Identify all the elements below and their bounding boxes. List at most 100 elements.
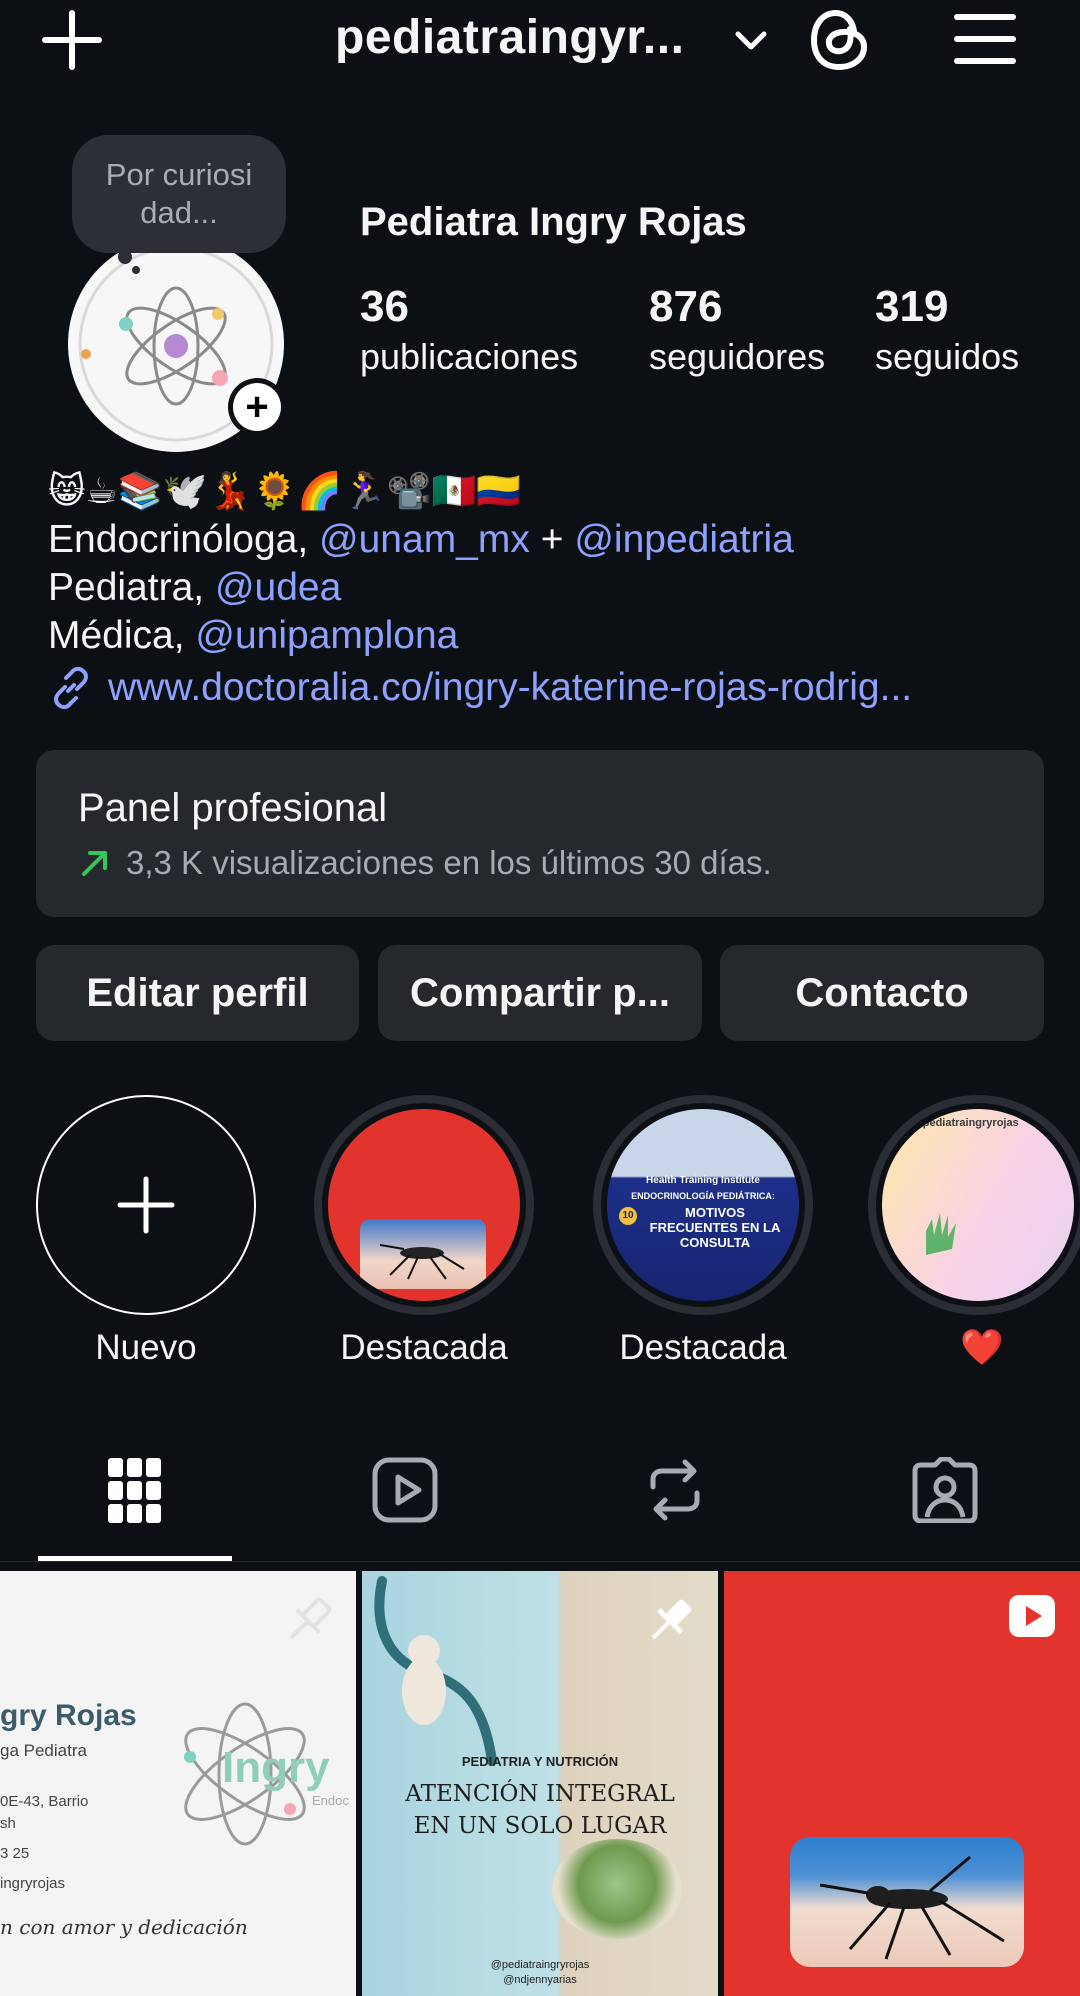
note-tail bbox=[132, 266, 140, 274]
highlight-item[interactable]: Health Training Institute ENDOCRINOLOGÍA… bbox=[590, 1095, 816, 1369]
bio-line: Endocrinóloga, @unam_mx + @inpediatria bbox=[48, 516, 794, 564]
cover-body: MOTIVOS FRECUENTES EN LA CONSULTA bbox=[649, 1205, 781, 1250]
followers-count[interactable]: 876 seguidores bbox=[649, 280, 825, 380]
trend-up-icon bbox=[82, 851, 107, 876]
threads-icon bbox=[810, 9, 868, 71]
post-credit: @pediatraingryrojas bbox=[490, 1959, 590, 1971]
tab-posts-grid[interactable] bbox=[0, 1450, 270, 1530]
plus-icon bbox=[42, 10, 102, 70]
profile-avatar[interactable]: + bbox=[68, 228, 292, 452]
grid-reel[interactable] bbox=[724, 1571, 1080, 1996]
pin-icon bbox=[289, 1597, 332, 1640]
mention-link[interactable]: @udea bbox=[215, 566, 341, 609]
bio-text: Médica, bbox=[48, 614, 196, 657]
tab-reposts[interactable] bbox=[540, 1450, 810, 1530]
card-tagline: n con amor y dedicación bbox=[0, 1915, 248, 1939]
highlight-ring: @pediatraingryrojas bbox=[868, 1095, 1080, 1315]
grid-icon bbox=[108, 1458, 161, 1523]
plus-icon bbox=[117, 1176, 175, 1234]
bio-website-link[interactable]: www.doctoralia.co/ingry-katerine-rojas-r… bbox=[48, 664, 912, 712]
mosquito-image bbox=[790, 1837, 1024, 1967]
highlight-label: Destacada bbox=[619, 1328, 787, 1367]
tab-reels[interactable] bbox=[270, 1450, 540, 1530]
reposts-icon bbox=[650, 1459, 700, 1521]
views-summary: 3,3 K visualizaciones en los últimos 30 … bbox=[126, 844, 772, 881]
stat-value: 36 bbox=[360, 282, 409, 331]
reel-badge-icon bbox=[1009, 1595, 1055, 1637]
highlight-cover bbox=[314, 1095, 534, 1315]
add-story-button[interactable]: + bbox=[228, 378, 286, 436]
note-tail bbox=[118, 250, 132, 264]
post-credit: @ndjennyarias bbox=[503, 1974, 577, 1986]
bio-line: Médica, @unipamplona bbox=[48, 612, 458, 660]
cover-number: 10 bbox=[619, 1207, 637, 1225]
cover-brand: Health Training Institute bbox=[646, 1175, 760, 1186]
card-role: ga Pediatra bbox=[0, 1741, 87, 1760]
bio-emojis: 😸☕📚🕊️💃🌻🌈🏃‍♀️📽️🇲🇽🇨🇴 bbox=[48, 470, 522, 511]
grid-post[interactable]: gry Rojas ga Pediatra 0E-43, Barrio sh 3… bbox=[0, 1571, 356, 1996]
grid-post[interactable]: PEDIATRIA Y NUTRICIÓN ATENCIÓN INTEGRAL … bbox=[362, 1571, 718, 1996]
post-kicker: PEDIATRIA Y NUTRICIÓN bbox=[461, 1754, 619, 1769]
stat-label: publicaciones bbox=[360, 336, 579, 377]
reels-icon bbox=[372, 1457, 438, 1523]
stat-label: seguidores bbox=[649, 336, 826, 377]
account-username[interactable]: pediatraingyr... bbox=[335, 10, 684, 65]
highlight-item[interactable]: Destacada bbox=[311, 1095, 537, 1369]
card-handle: ingryrojas bbox=[0, 1875, 66, 1892]
post-title: ATENCIÓN INTEGRAL bbox=[405, 1781, 675, 1807]
highlight-new[interactable]: Nuevo bbox=[33, 1095, 259, 1369]
hand-icon bbox=[926, 1213, 956, 1255]
chevron-down-icon bbox=[735, 31, 767, 50]
mosquito-icon bbox=[819, 1855, 1005, 1960]
website-url: www.doctoralia.co/ingry-katerine-rojas-r… bbox=[108, 666, 913, 709]
threads-button[interactable] bbox=[806, 2, 872, 78]
food-image bbox=[552, 1839, 682, 1939]
mention-link[interactable]: @inpediatria bbox=[574, 518, 794, 561]
bio-text: Endocrinóloga, bbox=[48, 518, 320, 561]
menu-button[interactable] bbox=[950, 6, 1020, 72]
card-address: 0E-43, Barrio bbox=[0, 1793, 89, 1810]
panel-title: Panel profesional bbox=[78, 786, 388, 830]
tab-tagged[interactable] bbox=[810, 1450, 1080, 1530]
professional-dashboard[interactable]: Panel profesional 3,3 K visualizaciones … bbox=[36, 750, 1044, 917]
highlight-item[interactable]: @pediatraingryrojas ❤️ bbox=[868, 1095, 1080, 1369]
bio-text: + bbox=[529, 518, 575, 561]
bio-text: Pediatra, bbox=[48, 566, 215, 609]
create-button[interactable] bbox=[36, 4, 108, 76]
contact-button[interactable]: Contacto bbox=[720, 945, 1044, 1041]
mosquito-image bbox=[360, 1219, 486, 1289]
highlight-image: Health Training Institute ENDOCRINOLOGÍA… bbox=[607, 1109, 799, 1301]
mention-link[interactable]: @unipamplona bbox=[195, 614, 458, 657]
card-logo: Ingry bbox=[222, 1743, 330, 1792]
link-icon bbox=[54, 666, 88, 710]
stat-label: seguidos bbox=[875, 336, 1020, 377]
panel-subtitle: 3,3 K visualizaciones en los últimos 30 … bbox=[78, 844, 772, 882]
divider bbox=[0, 1561, 1080, 1562]
cover-title: ENDOCRINOLOGÍA PEDIÁTRICA: bbox=[631, 1191, 775, 1201]
highlight-cover bbox=[36, 1095, 256, 1315]
edit-profile-button[interactable]: Editar perfil bbox=[36, 945, 359, 1041]
highlight-image bbox=[328, 1109, 520, 1301]
stat-value: 876 bbox=[649, 282, 723, 331]
card-phone: 3 25 bbox=[0, 1845, 30, 1862]
post-title: EN UN SOLO LUGAR bbox=[413, 1813, 667, 1839]
following-count[interactable]: 319 seguidos bbox=[875, 280, 1019, 380]
highlight-cover: @pediatraingryrojas bbox=[868, 1095, 1080, 1315]
posts-count[interactable]: 36 publicaciones bbox=[360, 280, 578, 380]
account-switcher-button[interactable] bbox=[728, 18, 774, 64]
highlight-label: Destacada bbox=[340, 1328, 508, 1367]
share-profile-button[interactable]: Compartir p... bbox=[378, 945, 702, 1041]
note-bubble[interactable]: Por curiosi dad... bbox=[72, 135, 286, 253]
highlight-label: Nuevo bbox=[95, 1328, 197, 1367]
bio-line: Pediatra, @udea bbox=[48, 564, 341, 612]
highlight-cover: Health Training Institute ENDOCRINOLOGÍA… bbox=[593, 1095, 813, 1315]
pin-icon bbox=[651, 1599, 692, 1640]
plus-icon: + bbox=[233, 383, 281, 431]
cover-handle: @pediatraingryrojas bbox=[912, 1117, 1019, 1129]
stethoscope-image bbox=[374, 1576, 497, 1766]
mosquito-icon bbox=[379, 1244, 465, 1280]
card-name: gry Rojas bbox=[0, 1699, 137, 1732]
highlight-label: ❤️ bbox=[960, 1328, 1004, 1367]
highlight-image: @pediatraingryrojas bbox=[882, 1109, 1074, 1301]
mention-link[interactable]: @unam_mx bbox=[319, 518, 530, 561]
